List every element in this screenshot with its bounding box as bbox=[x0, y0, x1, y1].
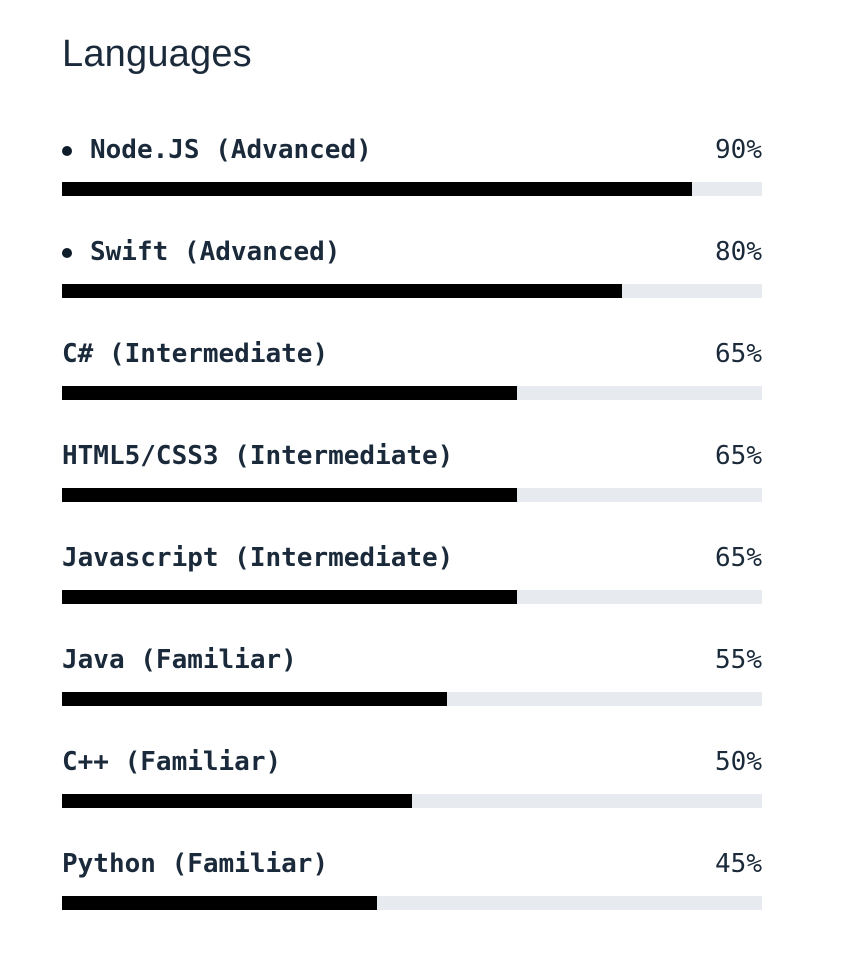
progress-fill bbox=[62, 692, 447, 706]
skill-row: C++ (Familiar) 50% bbox=[62, 740, 762, 784]
skill-label: HTML5/CSS3 (Intermediate) bbox=[62, 441, 453, 471]
skill-percent: 50% bbox=[715, 747, 762, 777]
skill-percent: 80% bbox=[715, 237, 762, 267]
skill-name: Node.JS (Advanced) bbox=[90, 135, 372, 165]
skill-name: C++ (Familiar) bbox=[62, 747, 282, 777]
progress-track bbox=[62, 488, 762, 502]
progress-track bbox=[62, 284, 762, 298]
skill-percent: 65% bbox=[715, 339, 762, 369]
skill-name: Javascript (Intermediate) bbox=[62, 543, 454, 573]
skill-row: Java (Familiar) 55% bbox=[62, 638, 762, 682]
skill-item: C++ (Familiar) 50% bbox=[62, 740, 762, 842]
skill-item: Node.JS (Advanced) 90% bbox=[62, 128, 762, 230]
skill-percent: 65% bbox=[715, 441, 762, 471]
progress-track bbox=[62, 794, 762, 808]
progress-track bbox=[62, 692, 762, 706]
skill-label: Python (Familiar) bbox=[62, 849, 328, 879]
skill-item: Swift (Advanced) 80% bbox=[62, 230, 762, 332]
progress-fill bbox=[62, 794, 412, 808]
skill-row: HTML5/CSS3 (Intermediate) 65% bbox=[62, 434, 762, 478]
skill-row: Python (Familiar) 45% bbox=[62, 842, 762, 886]
progress-fill bbox=[62, 896, 377, 910]
progress-fill bbox=[62, 182, 692, 196]
skill-row: Swift (Advanced) 80% bbox=[62, 230, 762, 274]
skill-label: Node.JS (Advanced) bbox=[62, 135, 372, 165]
skill-label: Javascript (Intermediate) bbox=[62, 543, 453, 573]
skill-label: Java (Familiar) bbox=[62, 645, 297, 675]
progress-track bbox=[62, 386, 762, 400]
skill-percent: 90% bbox=[715, 135, 762, 165]
skill-item: Javascript (Intermediate) 65% bbox=[62, 536, 762, 638]
skill-percent: 55% bbox=[715, 645, 762, 675]
skill-label: C# (Intermediate) bbox=[62, 339, 328, 369]
progress-track bbox=[62, 182, 762, 196]
bullet-icon bbox=[62, 248, 72, 258]
skill-item: Java (Familiar) 55% bbox=[62, 638, 762, 740]
skill-row: Javascript (Intermediate) 65% bbox=[62, 536, 762, 580]
skill-list: Node.JS (Advanced) 90% Swift (Advanced) 80%… bbox=[62, 128, 762, 944]
progress-fill bbox=[62, 284, 622, 298]
skill-item: Python (Familiar) 45% bbox=[62, 842, 762, 944]
skill-name: Swift (Advanced) bbox=[90, 237, 341, 267]
skill-name: HTML5/CSS3 (Intermediate) bbox=[62, 441, 454, 471]
skill-item: HTML5/CSS3 (Intermediate) 65% bbox=[62, 434, 762, 536]
skill-label: Swift (Advanced) bbox=[62, 237, 340, 267]
skill-label: C++ (Familiar) bbox=[62, 747, 281, 777]
skill-name: C# (Intermediate) bbox=[62, 339, 329, 369]
progress-track bbox=[62, 590, 762, 604]
skill-row: Node.JS (Advanced) 90% bbox=[62, 128, 762, 172]
skill-row: C# (Intermediate) 65% bbox=[62, 332, 762, 376]
skill-name: Java (Familiar) bbox=[62, 645, 297, 675]
skill-percent: 65% bbox=[715, 543, 762, 573]
progress-fill bbox=[62, 386, 517, 400]
progress-fill bbox=[62, 590, 517, 604]
progress-track bbox=[62, 896, 762, 910]
bullet-icon bbox=[62, 146, 72, 156]
skill-percent: 45% bbox=[715, 849, 762, 879]
skill-item: C# (Intermediate) 65% bbox=[62, 332, 762, 434]
progress-fill bbox=[62, 488, 517, 502]
section-title: Languages bbox=[62, 33, 252, 75]
skill-name: Python (Familiar) bbox=[62, 849, 329, 879]
